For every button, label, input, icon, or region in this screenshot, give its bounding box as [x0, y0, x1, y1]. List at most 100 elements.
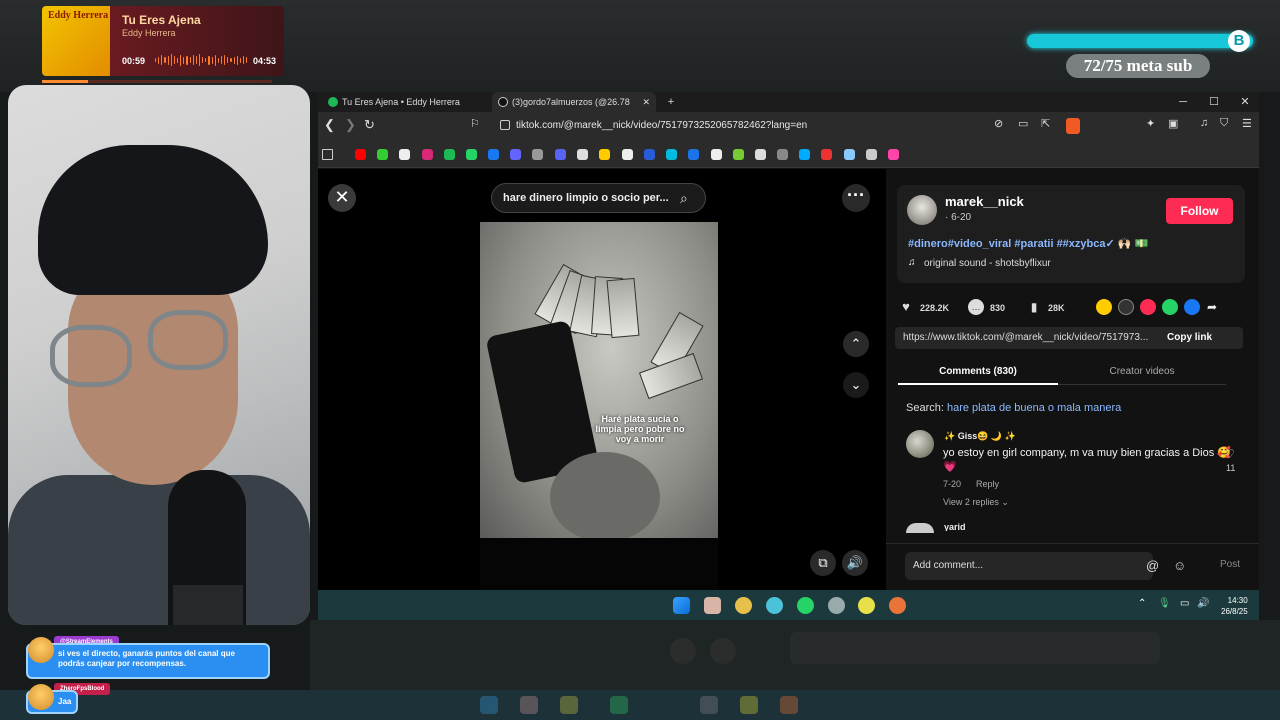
bookmark-icon-14[interactable]	[644, 149, 655, 160]
instagram-icon[interactable]	[422, 149, 433, 160]
maximize-button[interactable]: ☐	[1199, 92, 1229, 112]
like-icon[interactable]: ♥	[898, 299, 914, 315]
commenter-avatar[interactable]	[906, 430, 934, 458]
bookmark-icon-23[interactable]	[844, 149, 855, 160]
media-icon[interactable]: ♫	[1200, 117, 1208, 129]
commenter-username[interactable]: yarid	[944, 522, 966, 531]
bookmark-icon-19[interactable]	[755, 149, 766, 160]
whatsapp-icon[interactable]	[797, 597, 814, 614]
previous-video-button[interactable]: ⌃	[843, 331, 869, 357]
mention-icon[interactable]: @	[1146, 558, 1159, 573]
bookmark-icon-22[interactable]	[821, 149, 832, 160]
taskbar-app-icon[interactable]	[704, 597, 721, 614]
commenter-avatar[interactable]	[906, 523, 934, 533]
add-comment-input[interactable]: Add comment...	[905, 552, 1153, 580]
repost-icon[interactable]	[1096, 299, 1112, 315]
video-frame[interactable]: Haré plata sucia o limpia pero pobre no …	[480, 222, 718, 538]
system-clock[interactable]: 14:30 26/8/25	[1221, 595, 1248, 617]
youtube-icon[interactable]	[355, 149, 366, 160]
tiktok-bookmark-icon[interactable]	[577, 149, 588, 160]
whatsapp-share-icon[interactable]	[1162, 299, 1178, 315]
bookmark-icon[interactable]: ⚐	[470, 117, 480, 130]
facebook-share-icon[interactable]	[1184, 299, 1200, 315]
taskbar-app-icon[interactable]	[735, 597, 752, 614]
bookmark-icon-12[interactable]	[599, 149, 610, 160]
discord-icon[interactable]	[555, 149, 566, 160]
share-arrow-icon[interactable]: ➦	[1204, 299, 1220, 315]
tab-spotify[interactable]: Tu Eres Ajena • Eddy Herrera	[322, 92, 486, 112]
follow-button[interactable]: Follow	[1166, 198, 1233, 224]
bookmark-icon-18[interactable]	[733, 149, 744, 160]
extensions-icon[interactable]: ✦	[1146, 117, 1155, 130]
bookmark-icon-25[interactable]	[888, 149, 899, 160]
mic-tray-icon[interactable]: 🎙	[1158, 598, 1171, 609]
menu-icon[interactable]: ☰	[1242, 117, 1252, 130]
settings-icon[interactable]	[828, 597, 845, 614]
save-icon[interactable]: ▮	[1026, 299, 1042, 315]
taskbar-app-icon[interactable]	[766, 597, 783, 614]
threads-icon[interactable]	[622, 149, 633, 160]
share-icon[interactable]: ⇱	[1041, 117, 1050, 130]
share-link-url[interactable]: https://www.tiktok.com/@marek__nick/vide…	[903, 327, 1148, 349]
comment-icon[interactable]: …	[968, 299, 984, 315]
spotify-bookmark-icon[interactable]	[444, 149, 455, 160]
forward-icon[interactable]: ❯	[345, 117, 356, 133]
network-icon[interactable]: ▭	[1180, 598, 1189, 609]
next-video-button[interactable]: ⌄	[843, 372, 869, 398]
comment-search-suggestion[interactable]: Search: hare plata de buena o mala maner…	[906, 402, 1121, 414]
bookmark-icon-9[interactable]	[532, 149, 543, 160]
copy-link-button[interactable]: Copy link	[1167, 327, 1212, 349]
volume-icon[interactable]: 🔊	[842, 550, 868, 576]
close-window-button[interactable]: ✕	[1230, 92, 1260, 112]
tab-comments[interactable]: Comments (830)	[898, 361, 1058, 385]
author-avatar[interactable]	[907, 195, 937, 225]
more-options-button[interactable]: ···	[842, 184, 870, 212]
bookmark-icon-16[interactable]	[688, 149, 699, 160]
bookmark-icon-24[interactable]	[866, 149, 877, 160]
sidebar-icon[interactable]: ▣	[1168, 117, 1178, 130]
cast-icon[interactable]: ▭	[1018, 117, 1028, 130]
tab-creator-videos[interactable]: Creator videos	[1058, 361, 1226, 385]
author-username[interactable]: marek__nick	[945, 194, 1024, 209]
post-button[interactable]: Post	[1220, 559, 1240, 570]
whatsapp-bookmark-icon[interactable]	[466, 149, 477, 160]
reload-icon[interactable]: ↻	[364, 117, 375, 133]
bookmark-icon-15[interactable]	[666, 149, 677, 160]
embed-icon[interactable]	[1118, 299, 1134, 315]
comment-like-icon[interactable]: ♡	[1224, 447, 1235, 461]
background-taskbar	[0, 690, 1280, 720]
reply-button[interactable]: Reply	[976, 479, 999, 489]
vpn-icon[interactable]: ⛉	[1220, 117, 1228, 130]
apps-icon[interactable]	[322, 149, 333, 160]
facebook-bookmark-icon[interactable]	[488, 149, 499, 160]
x-icon[interactable]	[399, 149, 410, 160]
speaker-icon[interactable]: 🔊	[1197, 598, 1209, 609]
reader-icon[interactable]: ⊘	[994, 117, 1003, 130]
close-video-button[interactable]: ✕	[328, 184, 356, 212]
bookmark-icon-21[interactable]	[799, 149, 810, 160]
taskbar-app-icon[interactable]	[889, 597, 906, 614]
back-icon[interactable]: ❮	[324, 117, 335, 133]
emoji-icon[interactable]: ☺	[1173, 558, 1186, 573]
site-info-icon[interactable]	[500, 120, 510, 130]
floating-player-icon[interactable]: ⧉	[810, 550, 836, 576]
commenter-username[interactable]: ✨ Giss😆 🌙 ✨	[944, 431, 1016, 442]
send-icon[interactable]	[1140, 299, 1156, 315]
new-tab-button[interactable]: +	[656, 92, 686, 112]
brave-shield-icon[interactable]	[1066, 118, 1080, 134]
search-icon[interactable]: ⌕	[680, 190, 688, 207]
taskbar-app-icon[interactable]	[858, 597, 875, 614]
view-replies-button[interactable]: View 2 replies ⌄	[943, 497, 1009, 508]
minimize-button[interactable]: ─	[1168, 92, 1198, 112]
bookmark-icon-20[interactable]	[777, 149, 788, 160]
tiktok-search-input[interactable]: hare dinero limpio o socio per...	[491, 183, 706, 213]
bookmark-icon-17[interactable]	[711, 149, 722, 160]
video-hashtags[interactable]: #dinero#video_viral #paratii ##xzybca✓ 🙌…	[908, 237, 1148, 250]
start-icon[interactable]	[673, 597, 690, 614]
sound-name[interactable]: original sound - shotsbyflixur	[924, 258, 1051, 269]
close-tab-icon[interactable]: ✕	[642, 92, 650, 112]
kick-icon[interactable]	[377, 149, 388, 160]
mastodon-icon[interactable]	[510, 149, 521, 160]
tab-tiktok[interactable]: (3)gordo7almuerzos (@26.78 ✕	[492, 92, 656, 112]
tray-chevron-icon[interactable]: ⌃	[1138, 598, 1146, 609]
